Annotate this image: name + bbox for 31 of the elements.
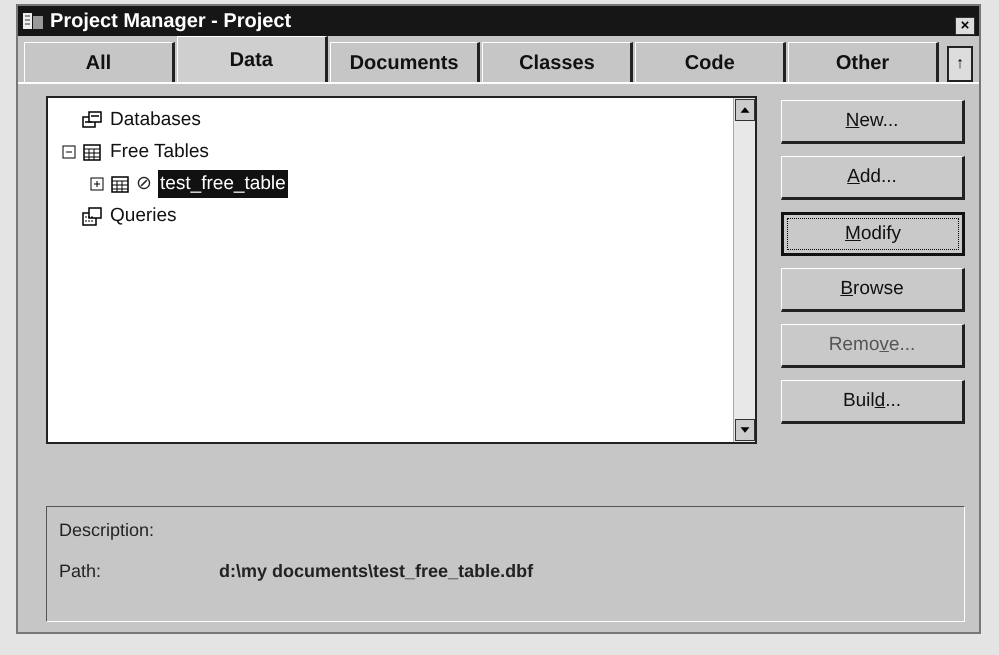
- tab[interactable]: Documents: [330, 42, 480, 82]
- tab[interactable]: Other: [788, 42, 939, 82]
- query-icon: [82, 206, 102, 226]
- excluded-mark: ⊘: [136, 172, 152, 196]
- scroll-down-button[interactable]: [735, 419, 755, 441]
- tree-item[interactable]: test_free_table: [158, 170, 288, 198]
- table-icon: [82, 142, 102, 162]
- tab[interactable]: Code: [635, 42, 786, 82]
- tree-item[interactable]: Queries: [108, 202, 179, 230]
- tab[interactable]: All: [24, 42, 175, 82]
- tab[interactable]: Classes: [482, 42, 634, 82]
- description-label: Description:: [59, 519, 156, 542]
- database-icon: [82, 110, 102, 130]
- path-value: d:\my documents\test_free_table.dbf: [219, 560, 534, 583]
- action-button[interactable]: New...: [781, 100, 965, 144]
- path-label: Path:: [59, 560, 102, 583]
- app-icon: [22, 11, 44, 31]
- window-title: Project Manager - Project: [50, 9, 292, 34]
- action-button[interactable]: Add...: [781, 156, 965, 200]
- action-button[interactable]: Build...: [781, 380, 965, 424]
- tree-item[interactable]: Databases: [108, 106, 203, 134]
- close-button[interactable]: ×: [955, 17, 975, 35]
- collapse-button[interactable]: ↑: [946, 46, 973, 82]
- tab[interactable]: Data: [176, 36, 328, 82]
- table-icon: [110, 174, 130, 194]
- tree-item[interactable]: Free Tables: [108, 138, 211, 166]
- action-button[interactable]: Browse: [781, 268, 965, 312]
- scroll-up-button[interactable]: [735, 99, 755, 121]
- collapse-icon[interactable]: [62, 145, 76, 159]
- expand-icon[interactable]: [90, 177, 104, 191]
- action-button[interactable]: Modify: [781, 212, 965, 256]
